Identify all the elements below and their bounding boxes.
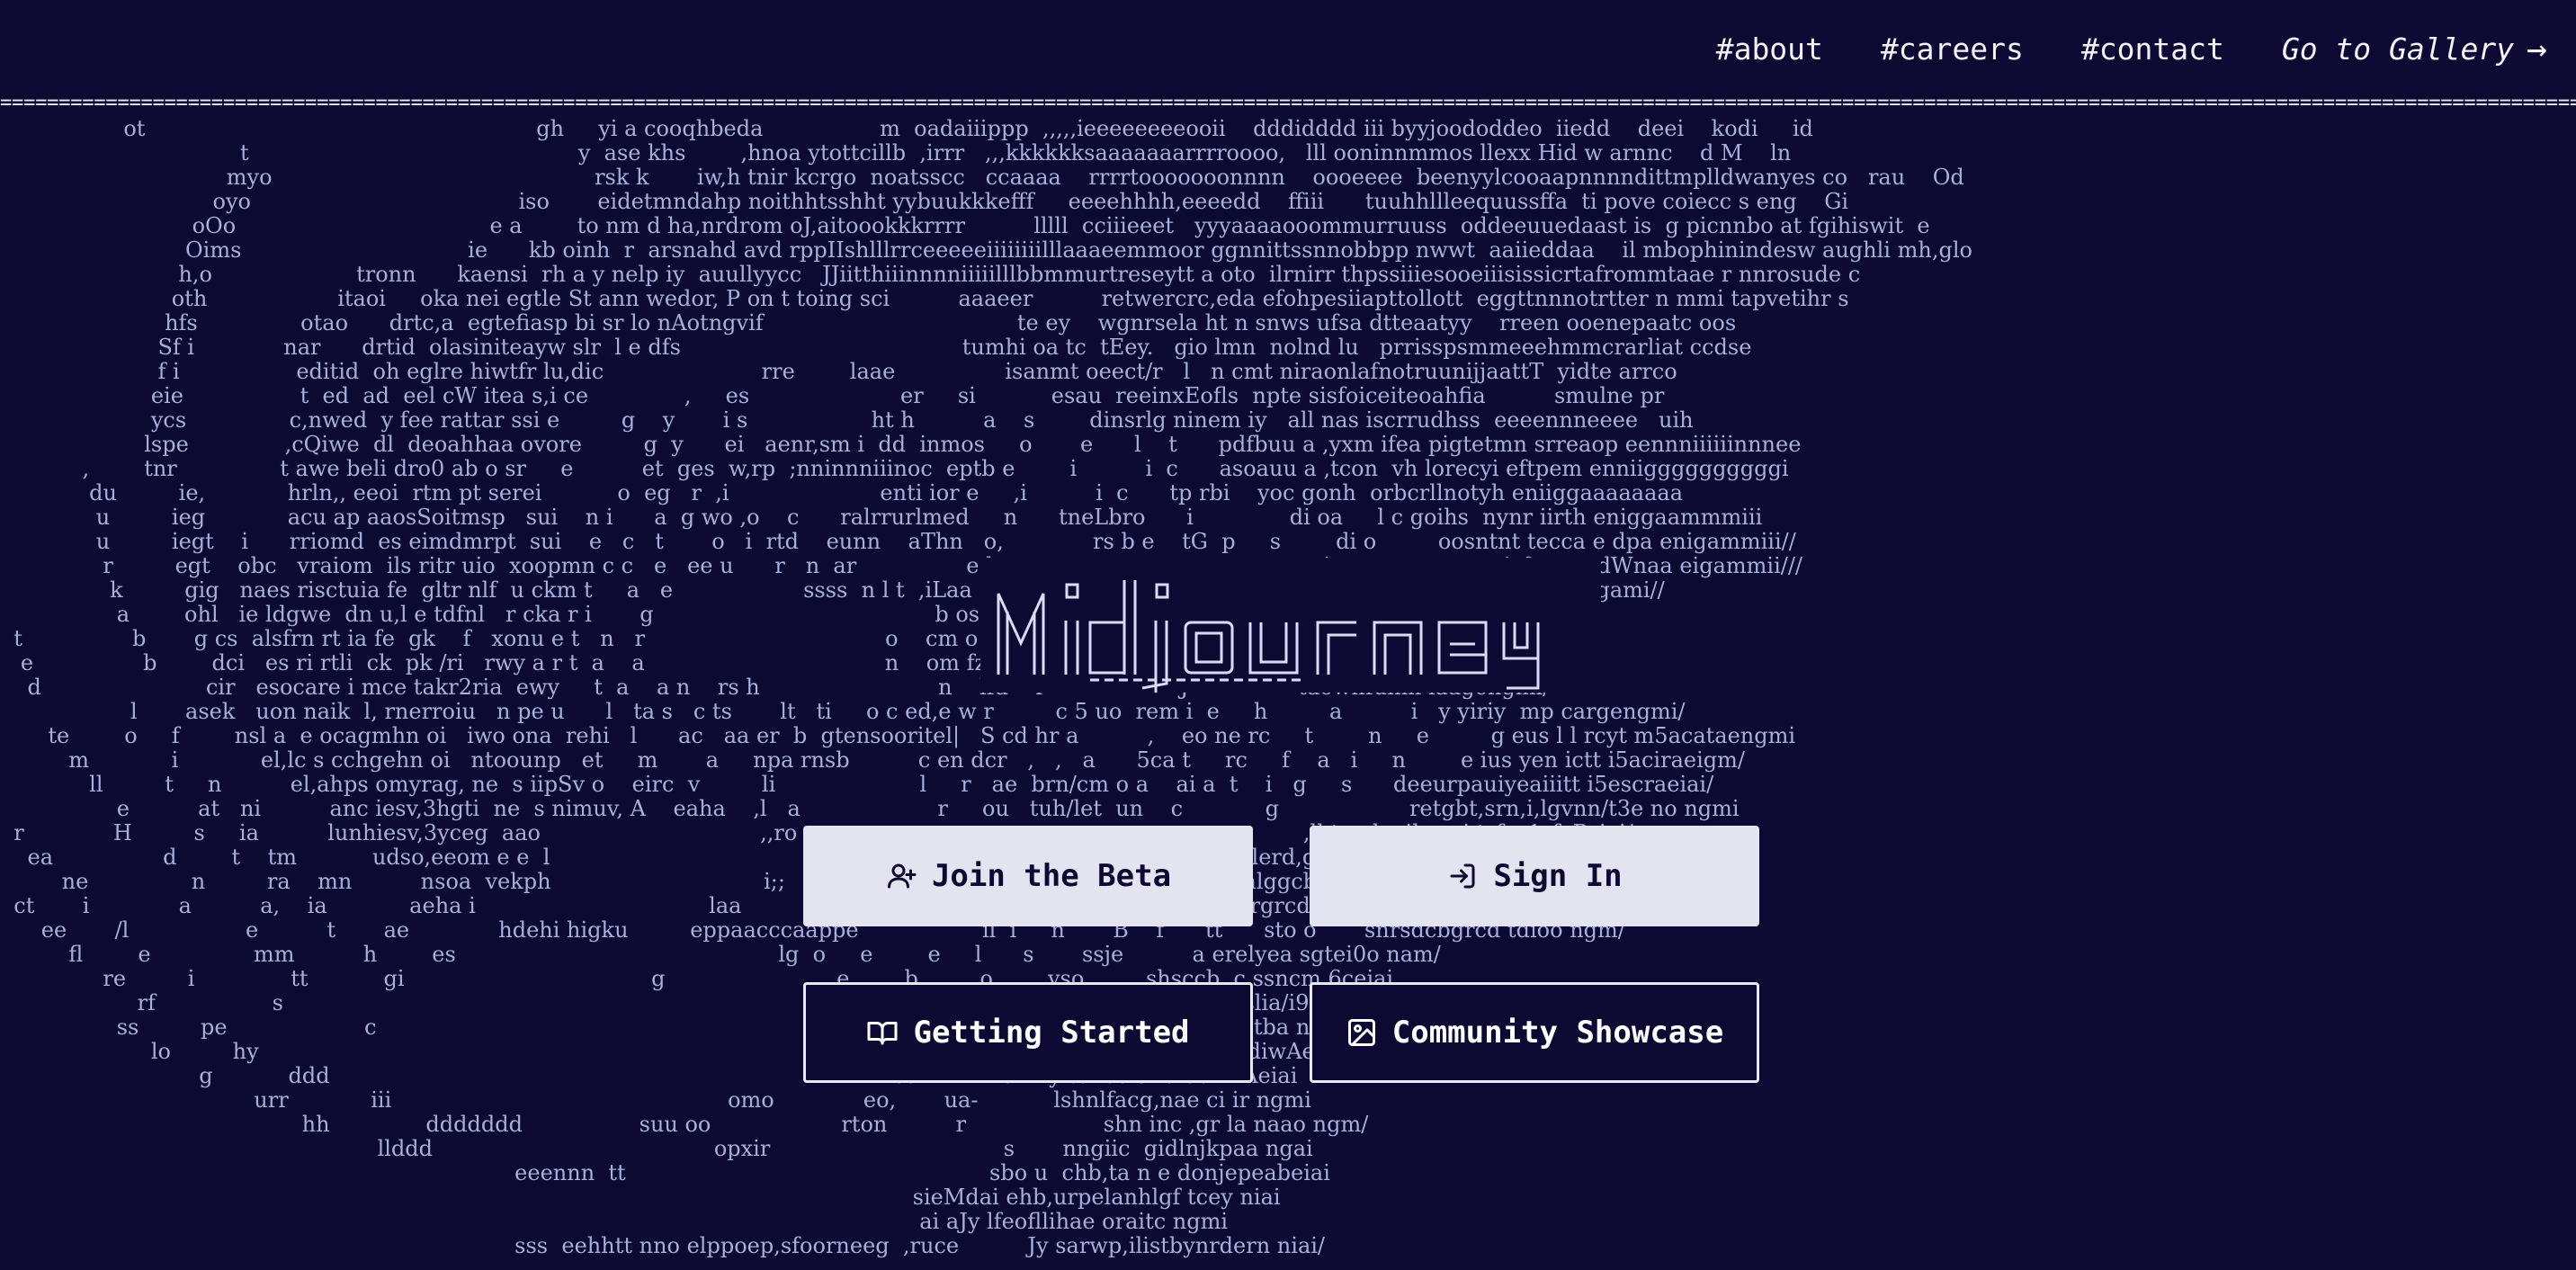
community-showcase-label: Community Showcase xyxy=(1391,1015,1724,1051)
nav-link-careers[interactable]: #careers xyxy=(1881,31,2024,67)
logo-wordmark xyxy=(997,580,1540,693)
image-icon xyxy=(1346,1016,1378,1049)
midjourney-logo xyxy=(980,558,1601,693)
sign-in-label: Sign In xyxy=(1493,858,1623,894)
sign-in-button[interactable]: Sign In xyxy=(1310,826,1759,926)
ascii-art-background: ot gh yi a cooqhbeda m oadaiiippp ,,,,,i… xyxy=(0,117,2576,1270)
book-open-icon xyxy=(866,1016,899,1049)
sign-in-icon xyxy=(1446,860,1479,892)
getting-started-button[interactable]: Getting Started xyxy=(803,982,1253,1083)
user-plus-icon xyxy=(885,860,917,892)
header-separator: ========================================… xyxy=(0,92,2576,114)
getting-started-label: Getting Started xyxy=(913,1015,1190,1051)
go-to-gallery-label: Go to Gallery xyxy=(2281,31,2515,67)
arrow-right-icon: → xyxy=(2527,29,2547,68)
join-beta-button[interactable]: Join the Beta xyxy=(803,826,1253,926)
join-beta-label: Join the Beta xyxy=(931,858,1172,894)
nav-link-contact[interactable]: #contact xyxy=(2081,31,2224,67)
go-to-gallery-link[interactable]: Go to Gallery → xyxy=(2282,29,2547,68)
top-nav: #about #careers #contact Go to Gallery → xyxy=(1716,27,2547,70)
community-showcase-button[interactable]: Community Showcase xyxy=(1310,982,1759,1083)
nav-link-about[interactable]: #about xyxy=(1716,31,1823,67)
